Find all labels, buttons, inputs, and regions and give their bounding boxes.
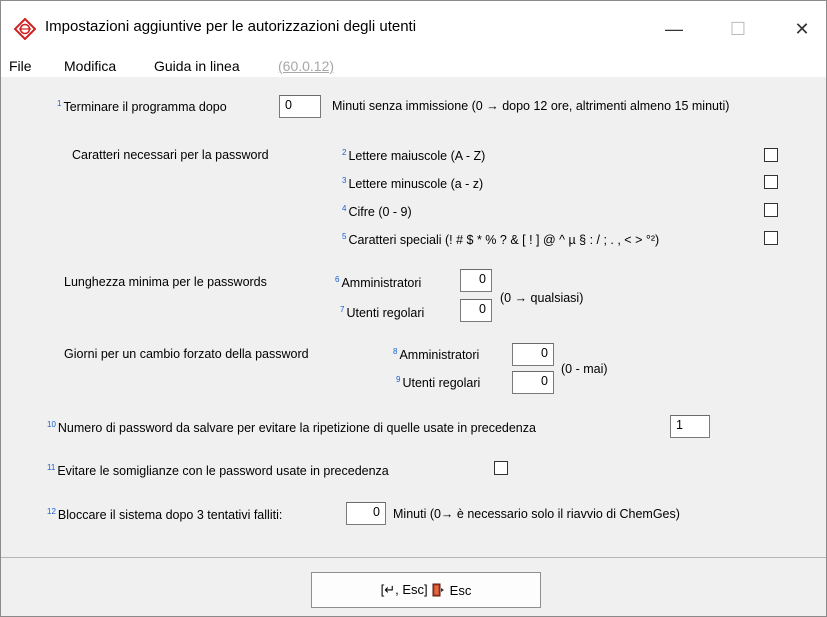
force-change-label: Giorni per un cambio forzato della passw… (64, 347, 309, 361)
uppercase-label: 2 Lettere maiuscole (A - Z) (342, 148, 486, 163)
uppercase-checkbox[interactable] (764, 148, 778, 162)
close-button[interactable]: ✕ (779, 11, 825, 47)
password-history-label: 10 Numero di password da salvare per evit… (47, 420, 536, 435)
app-logo-icon (14, 18, 36, 40)
min-length-label: Lunghezza minima per le passwords (64, 275, 267, 289)
close-icon: ✕ (794, 18, 810, 39)
settings-panel: 1 Terminare il programma dopo 0 Minuti se… (1, 77, 826, 557)
force-change-users-label: 9 Utenti regolari (396, 375, 481, 390)
min-length-note: (0 → qualsiasi) (500, 291, 584, 305)
version-label: (60.0.12) (278, 58, 335, 74)
menu-guida-in-linea[interactable]: Guida in linea (154, 58, 240, 74)
avoid-similar-checkbox[interactable] (494, 461, 508, 475)
min-length-users-input[interactable]: 0 (460, 299, 492, 322)
digits-label: 4 Cifre (0 - 9) (342, 204, 412, 219)
esc-button[interactable]: [↵, Esc] Esc (311, 572, 541, 608)
timeout-label: 1 Terminare il programma dopo (57, 99, 227, 114)
menu-bar: File Modifica Guida in linea (60.0.12) (1, 53, 826, 77)
force-change-admin-input[interactable]: 0 (512, 343, 554, 366)
lowercase-label: 3 Lettere minuscole (a - z) (342, 176, 484, 191)
special-chars-checkbox[interactable] (764, 231, 778, 245)
lockout-suffix: Minuti (0→ è necessario solo il riavvio … (393, 507, 680, 521)
esc-button-label: Esc (449, 582, 472, 598)
maximize-icon: ☐ (729, 18, 747, 39)
esc-button-shortcut: [↵, Esc] (380, 582, 428, 597)
special-chars-label: 5 Caratteri speciali (! # $ * % ? & [ ! ]… (342, 232, 660, 247)
password-chars-label: Caratteri necessari per la password (72, 148, 269, 162)
min-length-admin-input[interactable]: 0 (460, 269, 492, 292)
lowercase-checkbox[interactable] (764, 175, 778, 189)
lockout-input[interactable]: 0 (346, 502, 386, 525)
min-length-admin-label: 6 Amministratori (335, 275, 422, 290)
title-bar: Impostazioni aggiuntive per le autorizza… (1, 1, 826, 53)
digits-checkbox[interactable] (764, 203, 778, 217)
force-change-users-input[interactable]: 0 (512, 371, 554, 394)
minimize-button[interactable]: — (651, 11, 697, 47)
password-history-input[interactable]: 1 (670, 415, 710, 438)
timeout-input[interactable]: 0 (279, 95, 321, 118)
min-length-users-label: 7 Utenti regolari (340, 305, 425, 320)
dialog-window: Impostazioni aggiuntive per le autorizza… (0, 0, 827, 617)
exit-door-icon (432, 583, 446, 597)
force-change-note: (0 - mai) (561, 362, 608, 376)
minimize-icon: — (665, 18, 683, 39)
timeout-suffix: Minuti senza immissione (0 → dopo 12 ore… (332, 99, 730, 113)
force-change-admin-label: 8 Amministratori (393, 347, 480, 362)
maximize-button[interactable]: ☐ (715, 11, 761, 47)
menu-file[interactable]: File (9, 58, 32, 74)
window-title: Impostazioni aggiuntive per le autorizza… (45, 18, 417, 35)
lockout-label: 12 Bloccare il sistema dopo 3 tentativi f… (47, 507, 283, 522)
avoid-similar-label: 11 Evitare le somiglianze con le password… (47, 463, 389, 478)
menu-modifica[interactable]: Modifica (64, 58, 116, 74)
footer: [↵, Esc] Esc (1, 558, 826, 616)
